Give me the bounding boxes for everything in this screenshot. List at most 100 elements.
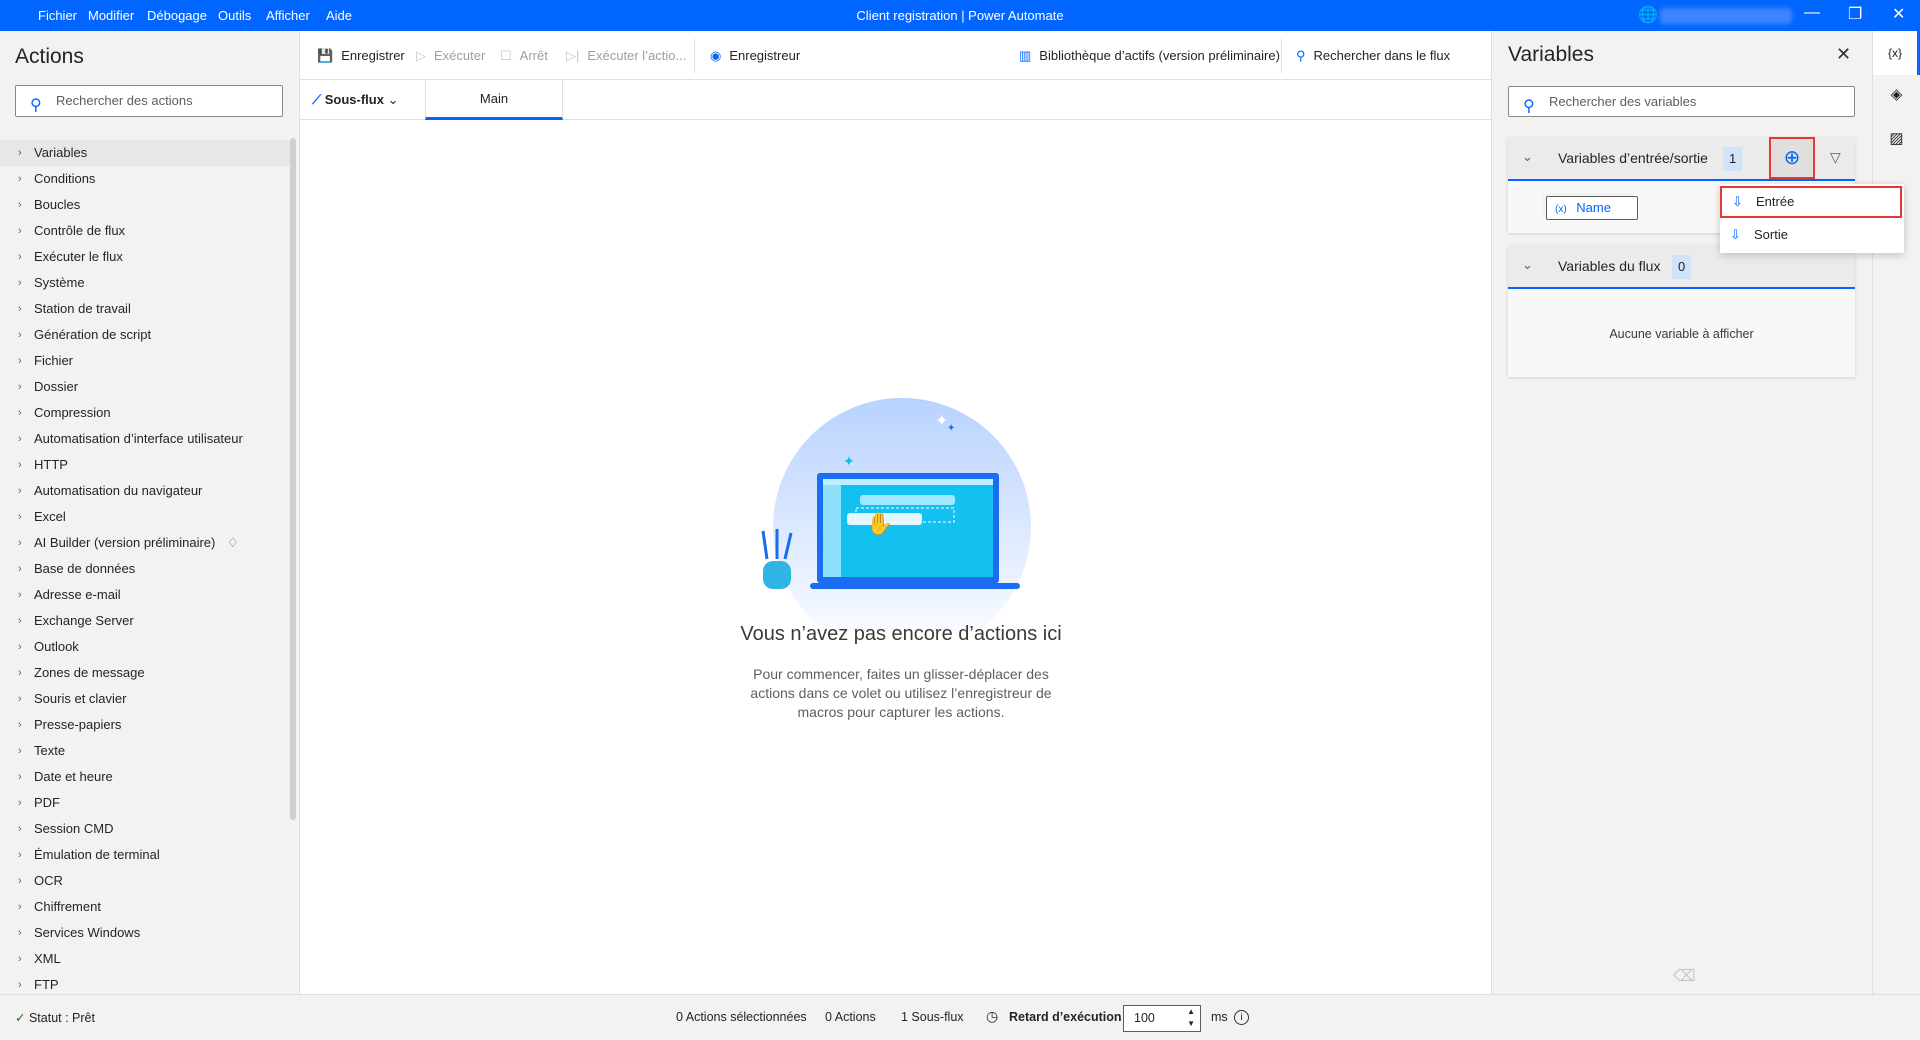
action-category[interactable]: › Souris et clavier [0,686,290,712]
variables-title: Variables [1508,43,1594,66]
chevron-right-icon: › [18,615,22,627]
variable-icon: (x) [1555,204,1567,215]
chevron-right-icon: › [18,277,22,289]
run-label: Exécuter [434,48,486,63]
action-category[interactable]: › Génération de script [0,322,290,348]
action-category[interactable]: › Contrôle de flux [0,218,290,244]
run-action-button[interactable]: ▷| Exécuter l’actio... [566,48,686,64]
action-category[interactable]: › Fichier [0,348,290,374]
info-icon[interactable]: i [1234,1010,1249,1025]
asset-library-button[interactable]: ▥ Bibliothèque d’actifs (version prélimin… [1019,48,1280,64]
status-bar: ✓ Statut : Prêt 0 Actions sélectionnées … [0,994,1920,1040]
chevron-down-icon[interactable]: ⌄ [1522,149,1533,165]
action-category[interactable]: › Automatisation d’interface utilisateur [0,426,290,452]
delay-stepper[interactable]: 100 ▲ ▼ [1123,1005,1201,1032]
action-category[interactable]: › Date et heure [0,764,290,790]
action-category[interactable]: › Exécuter le flux [0,244,290,270]
check-circle-icon: ✓ [15,1011,26,1025]
action-category[interactable]: › Station de travail [0,296,290,322]
action-category[interactable]: › PDF [0,790,290,816]
action-category[interactable]: › Outlook [0,634,290,660]
account-name[interactable] [1660,8,1792,24]
filter-icon[interactable]: ▽ [1830,149,1841,166]
action-category[interactable]: › Excel [0,504,290,530]
action-category[interactable]: › Services Windows [0,920,290,946]
images-icon[interactable]: ▨ [1873,129,1920,147]
actions-search-input[interactable]: ⚲ Rechercher des actions [15,85,283,117]
empty-illustration: ✋ ✦ ✦ ✦ [761,398,1031,631]
chevron-right-icon: › [18,745,22,757]
variables-search-input[interactable]: ⚲ Rechercher des variables [1508,86,1855,117]
menu-outils[interactable]: Outils [218,8,251,23]
variables-toggle-icon[interactable]: {x} [1873,31,1920,75]
run-button[interactable]: ▷ Exécuter [416,48,485,64]
actions-scrollbar[interactable] [290,138,296,820]
category-label: OCR [34,873,63,888]
close-icon[interactable]: ✕ [1892,4,1905,24]
minimize-icon[interactable]: — [1804,4,1820,22]
action-category[interactable]: › Boucles [0,192,290,218]
action-category[interactable]: › Texte [0,738,290,764]
add-variable-menu: ⇩ Entrée ⇩ Sortie [1720,184,1904,253]
restore-icon[interactable]: ❐ [1848,4,1862,24]
category-label: Zones de message [34,665,145,680]
search-icon: ⚲ [1523,98,1535,115]
action-category[interactable]: › Base de données [0,556,290,582]
menu-item-input[interactable]: ⇩ Entrée [1720,186,1902,218]
tab-main-label: Main [479,91,509,106]
action-category[interactable]: › AI Builder (version préliminaire) ♢ [0,530,290,556]
recorder-button[interactable]: ◉ Enregistreur [710,48,800,64]
io-section-header[interactable]: ⌄ Variables d’entrée/sortie 1 ⊕ ▽ [1508,137,1855,181]
action-category[interactable]: › Adresse e-mail [0,582,290,608]
close-panel-icon[interactable]: ✕ [1836,44,1851,65]
action-category[interactable]: › Variables [0,140,290,166]
action-category[interactable]: › Chiffrement [0,894,290,920]
category-label: Texte [34,743,66,758]
globe-icon[interactable]: 🌐 [1638,5,1658,25]
menu-fichier[interactable]: Fichier [38,8,77,23]
record-icon: ◉ [710,48,722,63]
action-category[interactable]: › Session CMD [0,816,290,842]
chevron-right-icon: › [18,433,22,445]
actions-title: Actions [15,45,84,68]
action-category[interactable]: › Conditions [0,166,290,192]
stop-label: Arrêt [519,48,548,63]
search-placeholder: Rechercher des variables [1549,94,1697,109]
chevron-right-icon: › [18,485,22,497]
menu-modifier[interactable]: Modifier [88,8,134,23]
menu-aide[interactable]: Aide [326,8,352,23]
menu-debogage[interactable]: Débogage [147,8,207,23]
chevron-right-icon: › [18,381,22,393]
eraser-icon[interactable]: ⌫ [1673,966,1696,986]
variable-chip-name[interactable]: (x) Name [1546,196,1638,220]
chevron-down-icon[interactable]: ⌄ [1522,257,1533,273]
save-button[interactable]: 💾 Enregistrer [317,48,405,64]
chevron-right-icon: › [18,459,22,471]
library-label: Bibliothèque d’actifs (version prélimina… [1039,48,1280,63]
action-category[interactable]: › OCR [0,868,290,894]
menu-item-output[interactable]: ⇩ Sortie [1720,220,1902,252]
stop-button[interactable]: ☐ Arrêt [500,48,548,64]
action-category[interactable]: › Compression [0,400,290,426]
action-category[interactable]: › Zones de message [0,660,290,686]
action-category[interactable]: › Presse-papiers [0,712,290,738]
action-category[interactable]: › HTTP [0,452,290,478]
category-label: Adresse e-mail [34,587,121,602]
search-flow-button[interactable]: ⚲ Rechercher dans le flux [1296,48,1450,64]
flow-canvas[interactable]: ✋ ✦ ✦ ✦ Vous n’avez pas encore d’actions… [300,121,1491,994]
action-category[interactable]: › XML [0,946,290,972]
chevron-right-icon: › [18,849,22,861]
action-category[interactable]: › Exchange Server [0,608,290,634]
stepper-arrows-icon[interactable]: ▲ ▼ [1187,1006,1195,1030]
tab-main[interactable]: Main [425,80,563,120]
subflows-dropdown[interactable]: ⟋ Sous-flux ⌄ [312,92,398,108]
action-category[interactable]: › Émulation de terminal [0,842,290,868]
status-ready: ✓ Statut : Prêt [15,1010,95,1025]
svg-text:✦: ✦ [843,453,855,469]
action-category[interactable]: › Automatisation du navigateur [0,478,290,504]
add-variable-button[interactable]: ⊕ [1769,137,1815,179]
layers-icon[interactable]: ◈ [1873,85,1920,103]
action-category[interactable]: › Dossier [0,374,290,400]
menu-afficher[interactable]: Afficher [266,8,310,23]
action-category[interactable]: › Système [0,270,290,296]
